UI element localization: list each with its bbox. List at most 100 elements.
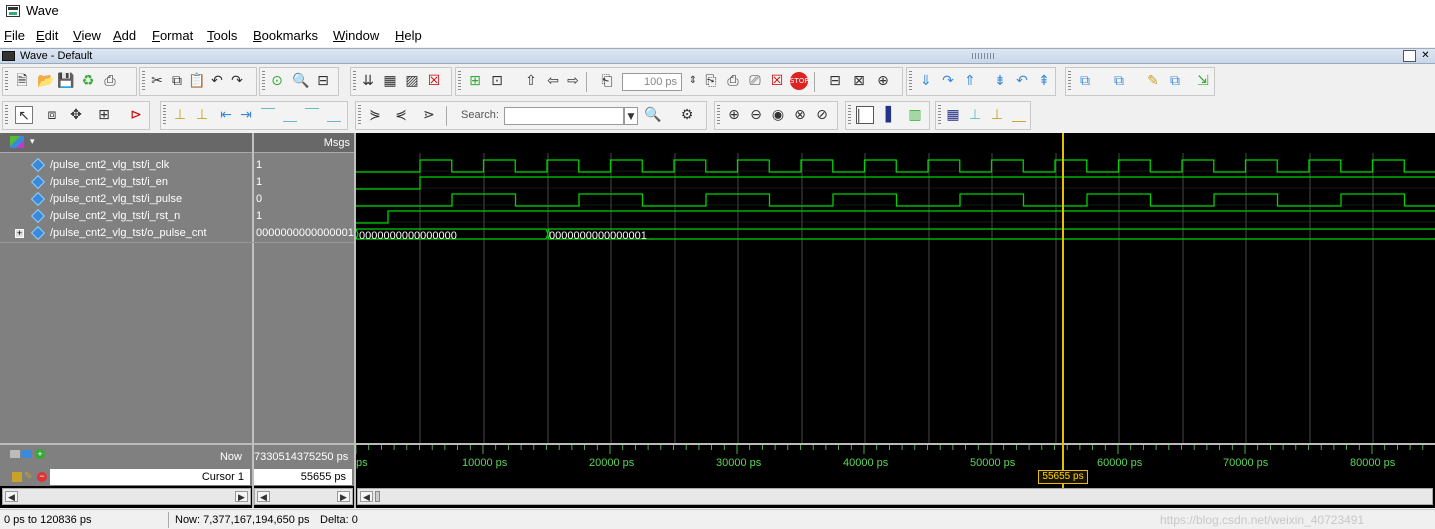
delete-cursor-icon[interactable]: ⊥ [193, 106, 211, 124]
menu-add[interactable]: Add [113, 28, 136, 43]
scroll-left-icon[interactable]: ◀ [257, 491, 270, 502]
falling-edge-icon[interactable]: ⎺ [259, 106, 277, 124]
grid-format-icon[interactable]: ▥ [906, 106, 924, 124]
any-edge-icon[interactable]: ⎺ [303, 106, 321, 124]
run-length-input[interactable]: 100 ps [622, 73, 682, 91]
search-options-icon[interactable]: ⚙ [678, 106, 696, 124]
cursor-line[interactable] [1062, 133, 1064, 488]
continue-run-icon[interactable]: ⎙ [724, 72, 742, 90]
menu-help[interactable]: Help [395, 28, 422, 43]
back-arrow-icon[interactable]: ⇦ [544, 72, 562, 90]
find-icon[interactable]: 🔍 [292, 72, 310, 90]
zoom-out-icon[interactable]: ⊖ [747, 106, 765, 124]
close-button[interactable]: ✕ [1419, 50, 1432, 62]
edit-mode-icon[interactable]: ⊞ [95, 106, 113, 124]
signal-row-o-pulse-cnt[interactable]: + /pulse_cnt2_vlg_tst/o_pulse_cnt [0, 225, 252, 242]
name-pane-scrollbar[interactable]: ◀ ▶ [2, 488, 251, 505]
add-cursor-icon[interactable]: + [35, 449, 45, 459]
menu-tools[interactable]: Tools [207, 28, 237, 43]
time-ruler[interactable]: ps 10000 ps 20000 ps 30000 ps 40000 ps 5… [356, 443, 1435, 486]
step-into-icon[interactable]: ⇓ [917, 72, 935, 90]
compile-icon[interactable]: ⇊ [359, 72, 377, 90]
scroll-right-icon[interactable]: ▶ [235, 491, 248, 502]
compile-all-icon[interactable]: ▦ [381, 72, 399, 90]
cursor-format-icon[interactable]: ⎸ [856, 106, 874, 124]
value-pane-scrollbar[interactable]: ◀ ▶ [254, 488, 353, 505]
zoom-cursor-icon[interactable]: ⊗ [791, 106, 809, 124]
stop-icon[interactable]: STOP [790, 72, 808, 90]
redo-icon[interactable]: ↷ [228, 72, 246, 90]
save-icon[interactable]: 💾 [57, 72, 75, 90]
layout-5-icon[interactable]: ⇲ [1194, 72, 1212, 90]
group-format-icon[interactable]: ▦ [944, 106, 962, 124]
break-run-icon[interactable]: ☒ [768, 72, 786, 90]
run-all-icon[interactable]: ⎚ [746, 72, 764, 90]
scroll-thumb[interactable] [375, 491, 380, 502]
menu-window[interactable]: Window [333, 28, 379, 43]
menu-edit[interactable]: Edit [36, 28, 58, 43]
step-out-blue-icon[interactable]: ⇑ [961, 72, 979, 90]
select-mode-icon[interactable]: ↖ [15, 106, 33, 124]
stop-wave-icon[interactable]: ⊳ [127, 106, 145, 124]
delete-cursor-icon[interactable]: − [37, 472, 47, 482]
open-folder-icon[interactable]: 📂 [37, 72, 55, 90]
collapse-icon[interactable]: ⊟ [314, 72, 332, 90]
cursor-list-icon[interactable] [22, 450, 32, 458]
step-back-over-icon[interactable]: ↶ [1013, 72, 1031, 90]
search-forward-icon[interactable]: 🔍 [644, 106, 662, 124]
zoom-mode-icon[interactable]: ⧈ [43, 106, 61, 124]
logic-format-icon[interactable]: ⎽ [1010, 106, 1028, 124]
wave-options-icon[interactable]: ⊡ [488, 72, 506, 90]
wave-tree-icon[interactable] [10, 136, 24, 148]
cut-icon[interactable]: ✂ [148, 72, 166, 90]
zoom-in-icon[interactable]: ⊕ [725, 106, 743, 124]
expand-icon[interactable]: + [15, 229, 24, 238]
time-marker-icon[interactable]: ⋗ [420, 106, 438, 124]
step-back-icon[interactable]: ⇟ [991, 72, 1009, 90]
insert-cursor-icon[interactable]: ⊥ [171, 106, 189, 124]
analog-format-icon[interactable]: ⊥ [966, 106, 984, 124]
prev-edge-icon[interactable]: ⇤ [217, 106, 235, 124]
restart-icon[interactable]: ⎗ [598, 72, 616, 90]
layout-3-icon[interactable]: ✎ [1144, 72, 1162, 90]
signal-row-i-en[interactable]: /pulse_cnt2_vlg_tst/i_en [0, 174, 252, 191]
expand-time-icon[interactable]: ⋟ [366, 106, 384, 124]
wave-tree-dropdown-icon[interactable]: ▾ [30, 136, 35, 147]
paste-icon[interactable]: 📋 [188, 72, 206, 90]
scroll-left-icon[interactable]: ◀ [360, 491, 373, 502]
layout-4-icon[interactable]: ⧉ [1166, 72, 1184, 90]
run-length-spinner[interactable]: ⇕ [684, 72, 702, 90]
cursor-name[interactable]: Cursor 1 [50, 469, 250, 485]
scroll-right-icon[interactable]: ▶ [337, 491, 350, 502]
break-icon[interactable]: ⊙ [268, 72, 286, 90]
next-edge-icon[interactable]: ⇥ [237, 106, 255, 124]
break-sim-icon[interactable]: ☒ [425, 72, 443, 90]
scroll-left-icon[interactable]: ◀ [5, 491, 18, 502]
undo-icon[interactable]: ↶ [208, 72, 226, 90]
rising-edge-icon[interactable]: ⎽ [281, 106, 299, 124]
pan-mode-icon[interactable]: ✥ [67, 106, 85, 124]
signal-row-i-pulse[interactable]: /pulse_cnt2_vlg_tst/i_pulse [0, 191, 252, 208]
up-arrow-icon[interactable]: ⇧ [522, 72, 540, 90]
new-file-icon[interactable]: 🗎 [13, 72, 31, 90]
zoom-range-icon[interactable]: ⊘ [813, 106, 831, 124]
menu-file[interactable]: File [4, 28, 25, 43]
forward-arrow-icon[interactable]: ⇨ [564, 72, 582, 90]
literal-format-icon[interactable]: ⊥ [988, 106, 1006, 124]
step-back-out-icon[interactable]: ⇞ [1035, 72, 1053, 90]
drag-grip[interactable] [972, 53, 994, 59]
run-icon[interactable]: ⎘ [702, 72, 720, 90]
menu-format[interactable]: Format [152, 28, 193, 43]
menu-view[interactable]: View [73, 28, 101, 43]
signal-row-i-rst-n[interactable]: /pulse_cnt2_vlg_tst/i_rst_n [0, 208, 252, 225]
wave-pane-scrollbar[interactable]: ◀ [357, 488, 1433, 505]
menu-bookmarks[interactable]: Bookmarks [253, 28, 318, 43]
cursor-flag[interactable]: 55655 ps [1038, 470, 1088, 484]
step-over-blue-icon[interactable]: ↷ [939, 72, 957, 90]
print-icon[interactable]: ⎙ [101, 72, 119, 90]
simulate-icon[interactable]: ▨ [403, 72, 421, 90]
signal-row-i-clk[interactable]: /pulse_cnt2_vlg_tst/i_clk [0, 157, 252, 174]
step-over-icon[interactable]: ⊠ [850, 72, 868, 90]
layout-2-icon[interactable]: ⧉ [1110, 72, 1128, 90]
add-wave-icon[interactable]: ⊞ [466, 72, 484, 90]
